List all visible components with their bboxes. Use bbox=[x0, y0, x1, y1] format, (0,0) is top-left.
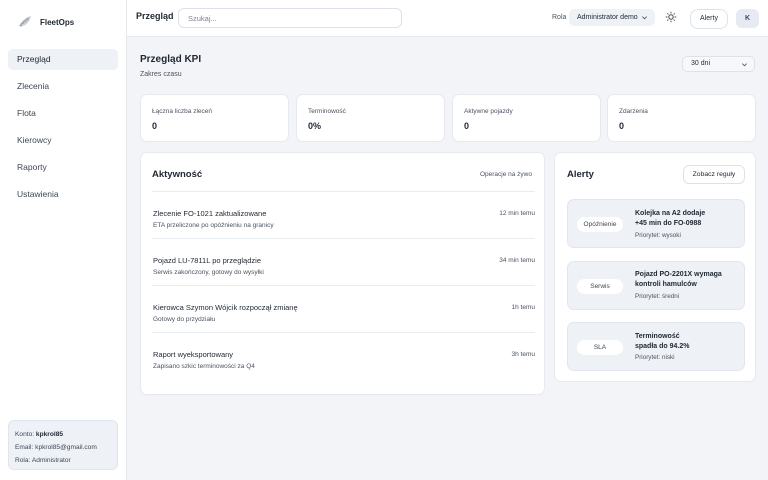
kpi-value: 0 bbox=[152, 121, 158, 131]
alert-text-line: Terminowość bbox=[635, 333, 680, 340]
brand[interactable]: FleetOps bbox=[17, 14, 74, 30]
time-range-select[interactable]: 30 dni bbox=[682, 56, 755, 72]
alerts-button[interactable]: Alerty bbox=[690, 9, 728, 29]
activity-list: Zlecenie FO-1021 zaktualizowane ETA prze… bbox=[152, 191, 535, 379]
sidebar-item-ustawienia[interactable]: Ustawienia bbox=[8, 184, 118, 205]
kpi-label: Terminowość bbox=[308, 108, 346, 115]
account-value: kpkrol85 bbox=[35, 431, 64, 438]
kpi-value: 0 bbox=[619, 121, 625, 131]
alert-text: Kolejka na A2 dodaje +45 min do FO-0988 bbox=[635, 209, 743, 228]
alert-text-line: spadła do 94.2% bbox=[635, 342, 690, 350]
alerts-title: Alerty bbox=[567, 169, 594, 180]
kpi-card-active-vehicles: Aktywne pojazdy 0 bbox=[452, 94, 601, 142]
list-item[interactable]: Zlecenie FO-1021 zaktualizowane ETA prze… bbox=[152, 191, 535, 238]
kpi-title: Przegląd KPI bbox=[140, 54, 202, 65]
alert-card-sla[interactable]: SLA Terminowość spadła do 94.2% Prioryte… bbox=[567, 322, 745, 371]
kpi-subtitle: Zakres czasu bbox=[140, 71, 182, 78]
email-line: Email: kpkrol85@gmail.com bbox=[15, 441, 111, 454]
activity-item-title: Kierowca Szymon Wójcik rozpoczął zmianę bbox=[153, 303, 298, 312]
activity-live-label: Operacje na żywo bbox=[479, 171, 532, 178]
role-label: Rola: bbox=[15, 457, 31, 464]
fleetops-logo-icon bbox=[19, 16, 31, 27]
chevron-down-icon bbox=[742, 63, 747, 67]
activity-item-title: Pojazd LU-7811L po przeglądzie bbox=[153, 256, 261, 265]
sidebar-nav: Przegląd Zlecenia Flota Kierowcy Raporty… bbox=[8, 49, 118, 211]
theme-toggle-sun-icon[interactable] bbox=[665, 11, 677, 23]
kpi-card-incidents: Zdarzenia 0 bbox=[607, 94, 756, 142]
sidebar-item-kierowcy[interactable]: Kierowcy bbox=[8, 130, 118, 151]
alert-text-line: kontroli hamulców bbox=[635, 280, 697, 288]
activity-item-time: 34 min temu bbox=[499, 257, 535, 264]
activity-item-time: 1h temu bbox=[511, 304, 536, 311]
list-item[interactable]: Pojazd LU-7811L po przeglądzie Serwis za… bbox=[152, 238, 535, 285]
topbar: Przegląd Rola Administrator demo Alerty … bbox=[127, 0, 768, 37]
page-title: Przegląd bbox=[136, 11, 174, 21]
kpi-card-orders: Łączna liczba zleceń 0 bbox=[140, 94, 289, 142]
role-value: Administrator bbox=[31, 457, 71, 464]
alert-text: Pojazd PO-2201X wymaga kontroli hamulców bbox=[635, 270, 743, 289]
alert-priority: Priorytet: wysoki bbox=[635, 232, 681, 239]
alert-text-line: Kolejka na A2 dodaje bbox=[635, 210, 706, 217]
alert-priority: Priorytet: niski bbox=[635, 354, 675, 361]
activity-title: Aktywność bbox=[152, 169, 203, 180]
list-item[interactable]: Kierowca Szymon Wójcik rozpoczął zmianę … bbox=[152, 285, 535, 332]
activity-item-description: Gotowy do przydziału bbox=[153, 316, 216, 323]
activity-item-description: ETA przeliczone po opóźnieniu na granicy bbox=[153, 222, 274, 229]
kpi-card-punctuality: Terminowość 0% bbox=[296, 94, 445, 142]
sidebar-item-przeglad[interactable]: Przegląd bbox=[8, 49, 118, 70]
kpi-label: Aktywne pojazdy bbox=[464, 108, 513, 115]
chevron-down-icon bbox=[642, 16, 647, 20]
alert-card-delay[interactable]: Opóźnienie Kolejka na A2 dodaje +45 min … bbox=[567, 199, 745, 248]
sidebar-item-zlecenia[interactable]: Zlecenia bbox=[8, 76, 118, 97]
alert-text: Terminowość spadła do 94.2% bbox=[635, 332, 743, 351]
app-name: FleetOps bbox=[40, 17, 75, 27]
role-select-value: Administrator demo bbox=[577, 14, 638, 21]
activity-item-title: Zlecenie FO-1021 zaktualizowane bbox=[153, 209, 267, 218]
alert-tag: Serwis bbox=[577, 279, 623, 294]
alert-text-line: +45 min do FO-0988 bbox=[635, 219, 702, 227]
activity-item-time: 12 min temu bbox=[499, 210, 535, 217]
role-select[interactable]: Administrator demo bbox=[569, 9, 655, 26]
search-input[interactable] bbox=[178, 8, 402, 28]
activity-item-description: Serwis zakończony, gotowy do wysyłki bbox=[153, 269, 264, 276]
account-card: Konto: kpkrol85 Email: kpkrol85@gmail.co… bbox=[8, 420, 118, 470]
time-range-value: 30 dni bbox=[691, 60, 711, 67]
email-value: kpkrol85@gmail.com bbox=[35, 444, 97, 451]
kpi-value: 0% bbox=[308, 121, 322, 131]
sidebar-item-flota[interactable]: Flota bbox=[8, 103, 118, 124]
activity-panel: Aktywność Operacje na żywo Zlecenie FO-1… bbox=[140, 152, 545, 395]
account-label: Konto: bbox=[15, 431, 35, 438]
kpi-label: Zdarzenia bbox=[619, 108, 648, 115]
see-rules-button[interactable]: Zobacz reguły bbox=[683, 165, 745, 184]
list-item[interactable]: Raport wyeksportowany Zapisano szkic ter… bbox=[152, 332, 535, 379]
role-line: Rola: Administrator bbox=[15, 454, 111, 467]
alerts-panel: Alerty Zobacz reguły Opóźnienie Kolejka … bbox=[554, 152, 756, 382]
activity-item-description: Zapisano szkic terminowości za Q4 bbox=[153, 363, 255, 370]
sidebar-item-raporty[interactable]: Raporty bbox=[8, 157, 118, 178]
alert-tag: Opóźnienie bbox=[577, 217, 623, 232]
alert-priority: Priorytet: średni bbox=[635, 293, 680, 300]
activity-item-time: 3h temu bbox=[511, 351, 536, 358]
activity-item-title: Raport wyeksportowany bbox=[153, 350, 234, 359]
email-label: Email: bbox=[15, 444, 34, 451]
account-line: Konto: kpkrol85 bbox=[15, 428, 111, 441]
alert-text-line: Pojazd PO-2201X wymaga bbox=[635, 271, 722, 278]
alert-card-service[interactable]: Serwis Pojazd PO-2201X wymaga kontroli h… bbox=[567, 261, 745, 310]
avatar[interactable]: K bbox=[736, 9, 759, 28]
kpi-label: Łączna liczba zleceń bbox=[152, 108, 212, 115]
kpi-value: 0 bbox=[464, 121, 470, 131]
alert-tag: SLA bbox=[577, 340, 623, 355]
role-select-label: Rola bbox=[552, 14, 567, 21]
sidebar: FleetOps Przegląd Zlecenia Flota Kierowc… bbox=[0, 0, 127, 480]
